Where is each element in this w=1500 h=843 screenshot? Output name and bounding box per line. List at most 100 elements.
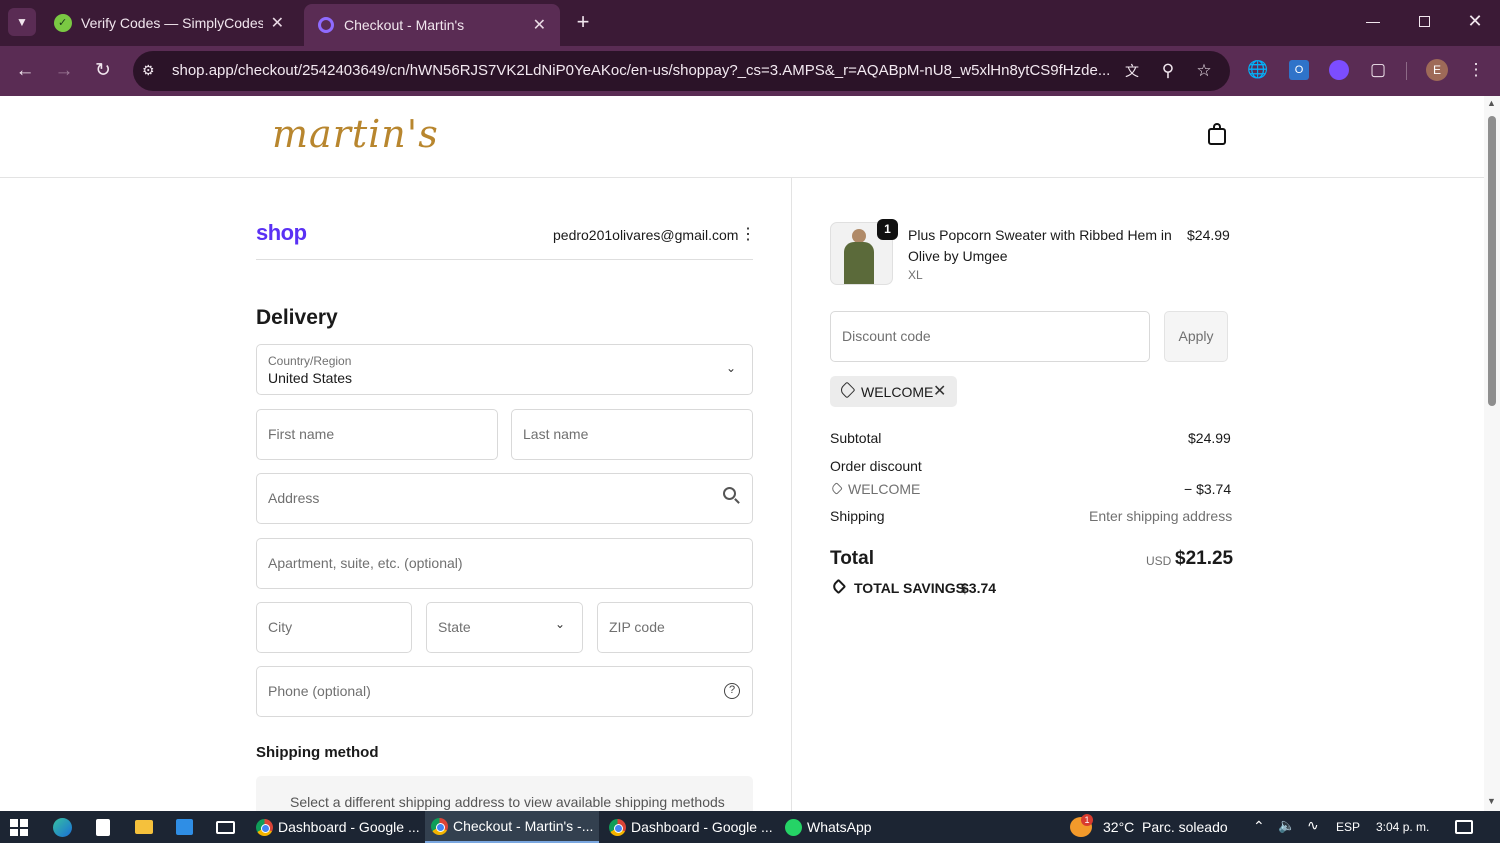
address-field[interactable]: Address <box>256 473 753 524</box>
notepad-icon[interactable] <box>96 819 110 836</box>
taskbar-app-label: Checkout - Martin's -... <box>453 818 594 834</box>
windows-taskbar: Dashboard - Google ... Checkout - Martin… <box>0 811 1500 843</box>
chrome-icon <box>431 817 448 835</box>
taskbar-app-whatsapp[interactable]: WhatsApp <box>779 811 879 843</box>
scroll-up-icon[interactable]: ▲ <box>1487 98 1496 108</box>
checkout-page: martin's shop pedro201olivares@gmail.com… <box>0 96 1484 811</box>
back-icon[interactable]: ← <box>14 60 36 82</box>
address-placeholder: Address <box>268 490 320 506</box>
cart-bag-icon[interactable] <box>1208 123 1226 145</box>
scrollbar-thumb[interactable] <box>1488 116 1496 406</box>
chrome-icon <box>256 818 273 836</box>
tab-title: Checkout - Martin's <box>344 17 465 33</box>
simplycodes-favicon-icon: ✓ <box>54 14 72 32</box>
notification-icon[interactable] <box>1455 820 1473 834</box>
total-value: $21.25 <box>1175 548 1234 569</box>
store-logo[interactable]: martin's <box>272 112 439 156</box>
close-icon[interactable]: ✕ <box>533 15 546 35</box>
tab-checkout[interactable]: Checkout - Martin's ✕ <box>304 4 560 46</box>
zip-field[interactable]: ZIP code <box>597 602 753 653</box>
weather-badge: 1 <box>1081 814 1093 826</box>
first-name-field[interactable]: First name <box>256 409 498 460</box>
total-currency: USD <box>1146 554 1172 568</box>
phone-field[interactable]: Phone (optional) ? <box>256 666 753 717</box>
minimize-icon[interactable] <box>1366 22 1380 23</box>
shipping-method-box: Select a different shipping address to v… <box>256 776 753 811</box>
state-select[interactable]: State ⌄ <box>426 602 583 653</box>
close-icon[interactable]: ✕ <box>271 13 284 33</box>
chevron-down-icon: ▼ <box>16 15 28 29</box>
taskbar-app-dashboard-2[interactable]: Dashboard - Google ... <box>603 811 773 843</box>
new-tab-button[interactable]: + <box>572 10 594 34</box>
tab-search-button[interactable]: ▼ <box>8 8 36 36</box>
product-variant: XL <box>908 268 923 282</box>
mail-icon[interactable] <box>216 821 235 834</box>
edge-icon[interactable] <box>53 818 72 837</box>
profile-avatar[interactable]: E <box>1426 59 1448 81</box>
delivery-heading: Delivery <box>256 306 338 329</box>
total-label: Total <box>830 548 874 569</box>
url-text[interactable]: shop.app/checkout/2542403649/cn/hWN56RJS… <box>172 62 1112 79</box>
bookmark-star-icon[interactable]: ☆ <box>1193 60 1215 82</box>
chrome-icon <box>609 818 626 836</box>
restore-icon[interactable] <box>1419 16 1430 27</box>
extensions-puzzle-icon[interactable]: ▢ <box>1367 59 1389 81</box>
shop-pay-brand: shop <box>256 220 307 245</box>
total-savings-value: $3.74 <box>961 580 997 596</box>
menu-kebab-icon[interactable]: ⋮ <box>1465 59 1487 81</box>
shipping-method-note: Select a different shipping address to v… <box>290 794 725 810</box>
window-close-icon[interactable]: ✕ <box>1465 11 1485 33</box>
tag-icon <box>830 482 843 495</box>
apply-button[interactable]: Apply <box>1164 311 1228 362</box>
country-select[interactable]: Country/Region United States ⌄ <box>256 344 753 395</box>
first-name-placeholder: First name <box>268 426 335 442</box>
reload-icon[interactable]: ↻ <box>92 60 114 82</box>
taskbar-app-dashboard-1[interactable]: Dashboard - Google ... <box>250 811 420 843</box>
tab-simplycodes[interactable]: ✓ Verify Codes — SimplyCodes ✕ <box>40 6 298 40</box>
taskbar-app-label: Dashboard - Google ... <box>631 819 773 835</box>
remove-code-icon[interactable]: ✕ <box>933 381 946 401</box>
last-name-placeholder: Last name <box>523 426 589 442</box>
globe-extension-icon[interactable]: 🌐 <box>1247 59 1269 81</box>
account-menu-icon[interactable]: ⋮ <box>740 224 756 244</box>
taskbar-app-checkout[interactable]: Checkout - Martin's -... <box>425 811 599 843</box>
shipping-label: Shipping <box>830 508 885 524</box>
file-explorer-icon[interactable] <box>135 820 153 834</box>
savings-tag-icon <box>830 578 847 595</box>
store-icon[interactable] <box>176 819 193 835</box>
discount-value: − $3.74 <box>1184 481 1232 497</box>
discount-code-label: WELCOME <box>848 481 921 497</box>
forward-icon[interactable]: → <box>53 60 75 82</box>
discount-code-field[interactable]: Discount code <box>830 311 1150 362</box>
product-price: $24.99 <box>1187 227 1230 243</box>
translate-icon[interactable]: 文 <box>1121 60 1143 82</box>
site-info-icon[interactable]: ⚙ <box>142 62 155 79</box>
toolbar-divider <box>1406 62 1407 80</box>
chevron-down-icon: ⌄ <box>726 361 737 375</box>
tray-chevron-up-icon[interactable]: ⌃ <box>1253 818 1265 835</box>
last-name-field[interactable]: Last name <box>511 409 753 460</box>
search-icon-handle <box>734 498 740 504</box>
zoom-icon[interactable]: ⚲ <box>1157 60 1179 82</box>
scroll-down-icon[interactable]: ▼ <box>1487 796 1496 806</box>
outlook-extension-icon[interactable]: O <box>1289 60 1309 80</box>
start-windows-icon[interactable] <box>10 819 28 836</box>
shop-favicon-icon <box>318 17 334 33</box>
taskbar-app-label: Dashboard - Google ... <box>278 819 420 835</box>
weather-text[interactable]: 32°C Parc. soleado <box>1103 819 1228 835</box>
header-divider <box>0 177 1484 178</box>
order-discount-label: Order discount <box>830 458 922 474</box>
product-name: Plus Popcorn Sweater with Ribbed Hem in … <box>908 227 1172 264</box>
wifi-icon[interactable]: ∿ <box>1307 817 1319 834</box>
city-field[interactable]: City <box>256 602 412 653</box>
chevron-down-icon: ⌄ <box>555 617 566 631</box>
apartment-field[interactable]: Apartment, suite, etc. (optional) <box>256 538 753 589</box>
clock[interactable]: 3:04 p. m. <box>1376 820 1429 834</box>
coupon-extension-icon[interactable] <box>1329 60 1349 80</box>
state-placeholder: State <box>438 619 471 635</box>
volume-icon[interactable]: 🔈 <box>1278 817 1295 834</box>
subtotal-label: Subtotal <box>830 430 882 446</box>
help-icon[interactable]: ? <box>724 683 740 699</box>
language-indicator[interactable]: ESP <box>1336 820 1360 834</box>
address-bar[interactable]: ⚙ shop.app/checkout/2542403649/cn/hWN56R… <box>133 51 1230 91</box>
